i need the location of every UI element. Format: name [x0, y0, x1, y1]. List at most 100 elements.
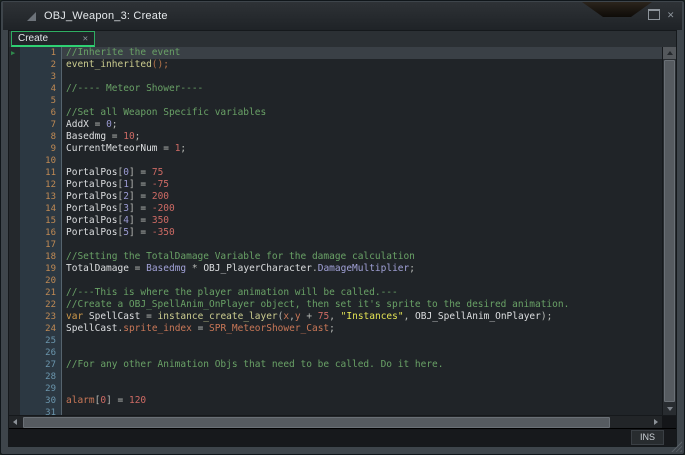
- code-line[interactable]: 15PortalPos[4] = 350: [9, 215, 662, 227]
- scroll-down-icon[interactable]: [663, 403, 676, 415]
- code-line[interactable]: 27//For any other Animation Objs that ne…: [9, 359, 662, 371]
- breakpoint-margin[interactable]: [9, 239, 20, 251]
- line-number[interactable]: 11: [20, 167, 62, 179]
- line-number[interactable]: 26: [20, 347, 62, 359]
- code-line-text[interactable]: [62, 239, 662, 251]
- line-number[interactable]: 30: [20, 395, 62, 407]
- code-line[interactable]: 21//---This is where the player animatio…: [9, 287, 662, 299]
- code-line[interactable]: 12PortalPos[1] = -75: [9, 179, 662, 191]
- breakpoint-margin[interactable]: [9, 167, 20, 179]
- breakpoint-margin[interactable]: [9, 83, 20, 95]
- horizontal-scrollbar-track[interactable]: [21, 416, 650, 428]
- line-number[interactable]: 19: [20, 263, 62, 275]
- breakpoint-margin[interactable]: [9, 323, 20, 335]
- breakpoint-margin[interactable]: [9, 119, 20, 131]
- code-line-text[interactable]: //For any other Animation Objs that need…: [62, 359, 662, 371]
- code-line-text[interactable]: var SpellCast = instance_create_layer(x,…: [62, 311, 662, 323]
- code-line[interactable]: 23var SpellCast = instance_create_layer(…: [9, 311, 662, 323]
- line-number[interactable]: 22: [20, 299, 62, 311]
- code-line-text[interactable]: //Inherite the event: [62, 47, 662, 59]
- breakpoint-margin[interactable]: [9, 311, 20, 323]
- breakpoint-margin[interactable]: [9, 251, 20, 263]
- code-line-text[interactable]: SpellCast.sprite_index = SPR_MeteorShowe…: [62, 323, 662, 335]
- line-number[interactable]: 31: [20, 407, 62, 415]
- code-line[interactable]: 29: [9, 383, 662, 395]
- tab-close-icon[interactable]: ✕: [83, 34, 88, 44]
- line-number[interactable]: 9: [20, 143, 62, 155]
- code-line-text[interactable]: PortalPos[5] = -350: [62, 227, 662, 239]
- line-number[interactable]: 23: [20, 311, 62, 323]
- line-number[interactable]: 29: [20, 383, 62, 395]
- line-number[interactable]: 7: [20, 119, 62, 131]
- code-line[interactable]: 7AddX = 0;: [9, 119, 662, 131]
- code-line[interactable]: 30alarm[0] = 120: [9, 395, 662, 407]
- breakpoint-margin[interactable]: [9, 59, 20, 71]
- code-line[interactable]: 11PortalPos[0] = 75: [9, 167, 662, 179]
- line-number[interactable]: 18: [20, 251, 62, 263]
- code-line-text[interactable]: [62, 383, 662, 395]
- code-lines[interactable]: ▶1//Inherite the event2event_inherited()…: [9, 47, 662, 415]
- code-line[interactable]: ▶1//Inherite the event: [9, 47, 662, 59]
- code-line[interactable]: 20: [9, 275, 662, 287]
- code-line[interactable]: 16PortalPos[5] = -350: [9, 227, 662, 239]
- code-line-text[interactable]: [62, 155, 662, 167]
- breakpoint-margin[interactable]: [9, 359, 20, 371]
- code-line[interactable]: 14PortalPos[3] = -200: [9, 203, 662, 215]
- code-line-text[interactable]: //---This is where the player animation …: [62, 287, 662, 299]
- code-line-text[interactable]: CurrentMeteorNum = 1;: [62, 143, 662, 155]
- line-number[interactable]: 20: [20, 275, 62, 287]
- code-line[interactable]: 24SpellCast.sprite_index = SPR_MeteorSho…: [9, 323, 662, 335]
- breakpoint-margin[interactable]: [9, 395, 20, 407]
- breakpoint-margin[interactable]: [9, 95, 20, 107]
- line-number[interactable]: 5: [20, 95, 62, 107]
- breakpoint-margin[interactable]: [9, 179, 20, 191]
- breakpoint-margin[interactable]: [9, 275, 20, 287]
- breakpoint-margin[interactable]: [9, 143, 20, 155]
- code-line-text[interactable]: [62, 275, 662, 287]
- breakpoint-margin[interactable]: [9, 203, 20, 215]
- breakpoint-margin[interactable]: [9, 407, 20, 415]
- horizontal-scrollbar-thumb[interactable]: [23, 417, 610, 428]
- code-line-text[interactable]: alarm[0] = 120: [62, 395, 662, 407]
- breakpoint-margin[interactable]: [9, 383, 20, 395]
- code-line[interactable]: 3: [9, 71, 662, 83]
- code-line-text[interactable]: //Create a OBJ_SpellAnim_OnPlayer object…: [62, 299, 662, 311]
- dock-notch[interactable]: [582, 2, 652, 17]
- breakpoint-margin[interactable]: ▶: [9, 47, 20, 59]
- line-number[interactable]: 28: [20, 371, 62, 383]
- line-number[interactable]: 2: [20, 59, 62, 71]
- breakpoint-margin[interactable]: [9, 263, 20, 275]
- scroll-right-icon[interactable]: [650, 416, 662, 428]
- code-line[interactable]: 26: [9, 347, 662, 359]
- code-line-text[interactable]: Basedmg = 10;: [62, 131, 662, 143]
- code-line[interactable]: 9CurrentMeteorNum = 1;: [9, 143, 662, 155]
- code-line[interactable]: 19TotalDamage = Basedmg * OBJ_PlayerChar…: [9, 263, 662, 275]
- breakpoint-margin[interactable]: [9, 155, 20, 167]
- code-line-text[interactable]: //Setting the TotalDamage Variable for t…: [62, 251, 662, 263]
- breakpoint-margin[interactable]: [9, 215, 20, 227]
- line-number[interactable]: 15: [20, 215, 62, 227]
- code-line-text[interactable]: event_inherited();: [62, 59, 662, 71]
- code-line-text[interactable]: PortalPos[1] = -75: [62, 179, 662, 191]
- line-number[interactable]: 21: [20, 287, 62, 299]
- line-number[interactable]: 3: [20, 71, 62, 83]
- code-line-text[interactable]: AddX = 0;: [62, 119, 662, 131]
- code-line[interactable]: 28: [9, 371, 662, 383]
- code-line[interactable]: 5: [9, 95, 662, 107]
- line-number[interactable]: 13: [20, 191, 62, 203]
- scroll-up-icon[interactable]: [663, 47, 676, 59]
- code-line[interactable]: 22//Create a OBJ_SpellAnim_OnPlayer obje…: [9, 299, 662, 311]
- code-line-text[interactable]: [62, 371, 662, 383]
- code-line[interactable]: 4//---- Meteor Shower----: [9, 83, 662, 95]
- code-line[interactable]: 31: [9, 407, 662, 415]
- breakpoint-margin[interactable]: [9, 191, 20, 203]
- breakpoint-margin[interactable]: [9, 335, 20, 347]
- code-line-text[interactable]: [62, 347, 662, 359]
- code-line-text[interactable]: [62, 407, 662, 415]
- code-line-text[interactable]: TotalDamage = Basedmg * OBJ_PlayerCharac…: [62, 263, 662, 275]
- code-line-text[interactable]: PortalPos[3] = -200: [62, 203, 662, 215]
- code-line-text[interactable]: //---- Meteor Shower----: [62, 83, 662, 95]
- close-icon[interactable]: ✕: [667, 9, 674, 20]
- line-number[interactable]: 25: [20, 335, 62, 347]
- titlebar[interactable]: OBJ_Weapon_3: Create ✕: [3, 2, 682, 30]
